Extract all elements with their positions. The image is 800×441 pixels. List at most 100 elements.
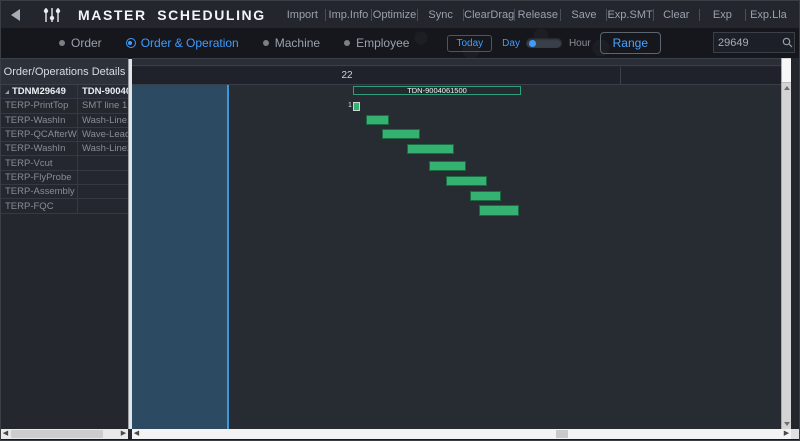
- operations-table: TDNM29649TDN-900406TERP-PrintTopSMT line…: [1, 85, 128, 214]
- app-title: MASTER SCHEDULING: [78, 7, 266, 23]
- machine-cell: [78, 185, 128, 198]
- radio-icon: [126, 38, 136, 48]
- content-area: Order/Operations Details TDNM29649TDN-90…: [1, 58, 800, 429]
- table-row[interactable]: TDNM29649TDN-900406: [1, 85, 128, 99]
- main-menu: ImportImp.InfoOptimizeSyncClearDragRelea…: [280, 1, 791, 28]
- gantt-scrollbar-thumb[interactable]: [556, 430, 568, 438]
- operation-cell: TERP-FlyProbe: [1, 171, 78, 184]
- menu-item-cleardrag[interactable]: ClearDrag: [464, 6, 514, 24]
- today-highlight-band: [132, 85, 229, 429]
- timeline-header-top: [132, 58, 791, 66]
- menu-item-release[interactable]: Release: [515, 6, 560, 24]
- operation-cell: TDNM29649: [1, 85, 78, 98]
- operation-cell: TERP-PrintTop: [1, 99, 78, 112]
- menu-item-exp[interactable]: Exp: [700, 6, 745, 24]
- gantt-horizontal-scrollbar[interactable]: ◀ ▶: [132, 429, 791, 439]
- range-button[interactable]: Range: [600, 32, 661, 54]
- back-arrow-icon[interactable]: [11, 9, 20, 21]
- radio-icon: [59, 40, 65, 46]
- menu-item-exp-lla[interactable]: Exp.Lla: [746, 6, 791, 24]
- scroll-up-icon[interactable]: [784, 86, 790, 90]
- task-bar-terp-vcut[interactable]: [429, 161, 466, 171]
- task-bar-terp-flyprobe[interactable]: [446, 176, 487, 186]
- table-row[interactable]: TERP-WashInWash-Line2: [1, 142, 128, 156]
- view-option-label: Employee: [356, 36, 409, 50]
- expand-marker-icon[interactable]: [5, 90, 9, 94]
- day-tick-label: 22: [336, 70, 358, 81]
- toolbar: Order Order & Operation Machine Employee To…: [1, 28, 799, 58]
- scroll-right-icon[interactable]: ▶: [119, 429, 128, 439]
- day-hour-toggle[interactable]: [526, 38, 562, 48]
- today-button[interactable]: Today: [447, 35, 492, 52]
- scroll-down-icon[interactable]: [784, 422, 790, 426]
- task-bar-terp-printtop[interactable]: [353, 102, 360, 111]
- menu-item-import[interactable]: Import: [280, 6, 325, 24]
- sliders-icon: [42, 7, 62, 23]
- view-option-machine[interactable]: Machine: [263, 36, 320, 50]
- scroll-left-icon[interactable]: ◀: [132, 429, 141, 439]
- panel-scrollbar-thumb[interactable]: [11, 430, 103, 438]
- menu-item-exp-smt[interactable]: Exp.SMT: [607, 6, 652, 24]
- menu-item-sync[interactable]: Sync: [418, 6, 463, 24]
- scroll-left-icon[interactable]: ◀: [1, 429, 10, 439]
- timeline-header-date[interactable]: 22: [132, 67, 791, 85]
- view-option-label: Machine: [275, 36, 320, 50]
- operation-cell: TERP-WashIn: [1, 114, 78, 127]
- table-row[interactable]: TERP-FQC: [1, 199, 128, 213]
- task-bar-terp-assembly[interactable]: [470, 191, 501, 201]
- search-input[interactable]: [714, 37, 780, 49]
- machine-cell: SMT line 1: [78, 99, 128, 112]
- menu-item-clear[interactable]: Clear: [654, 6, 699, 24]
- view-radio-group: Order Order & Operation Machine Employee: [59, 36, 433, 50]
- gantt-chart: 22 TDN-90040615001: [132, 58, 791, 429]
- machine-cell: Wave-Lead: [78, 128, 128, 141]
- machine-cell: TDN-900406: [78, 85, 128, 98]
- table-row[interactable]: TERP-QCAfterWaveWave-Lead: [1, 128, 128, 142]
- task-bar-terp-washin-2[interactable]: [407, 144, 454, 154]
- operation-cell: TERP-FQC: [1, 199, 78, 212]
- operation-cell: TERP-Vcut: [1, 156, 78, 169]
- master-scheduling-window: MASTER SCHEDULING ImportImp.InfoOptimize…: [0, 0, 800, 441]
- view-option-employee[interactable]: Employee: [344, 36, 409, 50]
- task-bar-terp-qcafterwave[interactable]: [382, 129, 420, 139]
- view-option-label: Order: [71, 36, 102, 50]
- scroll-right-icon[interactable]: ▶: [782, 429, 791, 439]
- vertical-scrollbar[interactable]: [781, 58, 791, 429]
- toggle-knob[interactable]: [529, 40, 536, 47]
- table-row[interactable]: TERP-PrintTopSMT line 1: [1, 99, 128, 113]
- menu-item-save[interactable]: Save: [561, 6, 606, 24]
- radio-icon: [344, 40, 350, 46]
- radio-icon: [263, 40, 269, 46]
- table-row[interactable]: TERP-FlyProbe: [1, 171, 128, 185]
- table-row[interactable]: TERP-WashInWash-Line1: [1, 114, 128, 128]
- machine-cell: [78, 156, 128, 169]
- timeline-column-divider: [620, 67, 621, 84]
- vertical-scrollbar-thumb[interactable]: [782, 59, 791, 83]
- table-row[interactable]: TERP-Vcut: [1, 156, 128, 170]
- panel-header: Order/Operations Details: [1, 59, 128, 85]
- day-scale-label: Day: [502, 38, 520, 49]
- bar-prefix-label: 1: [348, 102, 352, 109]
- order-span-outline[interactable]: TDN-9004061500: [353, 86, 521, 95]
- operation-cell: TERP-QCAfterWave: [1, 128, 78, 141]
- order-operations-panel: Order/Operations Details TDNM29649TDN-90…: [1, 58, 128, 429]
- menu-item-imp-info[interactable]: Imp.Info: [326, 6, 371, 24]
- view-option-order[interactable]: Order: [59, 36, 102, 50]
- menu-item-optimize[interactable]: Optimize: [372, 6, 417, 24]
- machine-cell: [78, 199, 128, 212]
- view-option-order-operation[interactable]: Order & Operation: [126, 36, 239, 50]
- machine-cell: [78, 171, 128, 184]
- task-bar-terp-washin[interactable]: [366, 115, 389, 125]
- operation-cell: TERP-WashIn: [1, 142, 78, 155]
- hour-scale-label: Hour: [569, 38, 591, 49]
- search-box: [713, 32, 795, 53]
- gantt-body[interactable]: TDN-90040615001: [132, 85, 791, 429]
- scrollbar-corner: [791, 429, 800, 439]
- table-row[interactable]: TERP-Assembly: [1, 185, 128, 199]
- view-option-label: Order & Operation: [141, 36, 239, 50]
- search-icon[interactable]: [780, 37, 794, 48]
- operation-cell: TERP-Assembly: [1, 185, 78, 198]
- task-bar-terp-fqc[interactable]: [479, 205, 519, 216]
- machine-cell: Wash-Line1: [78, 114, 128, 127]
- panel-horizontal-scrollbar[interactable]: ◀ ▶: [1, 429, 128, 439]
